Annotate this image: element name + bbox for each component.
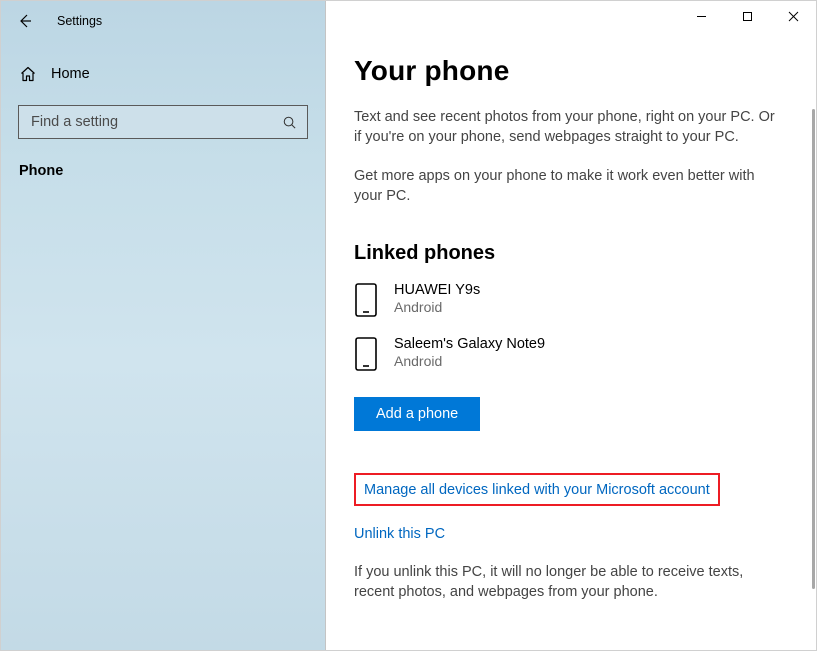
sidebar-item-phone[interactable]: Phone xyxy=(19,163,325,179)
settings-window: Settings Home Phone xyxy=(0,0,817,651)
intro-text-2: Get more apps on your phone to make it w… xyxy=(354,166,784,207)
search-wrap xyxy=(18,105,308,139)
search-icon xyxy=(282,115,297,130)
search-input[interactable] xyxy=(29,113,257,131)
maximize-button[interactable] xyxy=(724,1,770,31)
manage-devices-highlight: Manage all devices linked with your Micr… xyxy=(354,473,720,506)
home-icon xyxy=(19,65,37,83)
phone-item[interactable]: HUAWEI Y9s Android xyxy=(354,281,788,317)
phone-name: Saleem's Galaxy Note9 xyxy=(394,335,545,353)
intro-text-1: Text and see recent photos from your pho… xyxy=(354,107,784,148)
add-phone-button[interactable]: Add a phone xyxy=(354,397,480,431)
linked-phones-title: Linked phones xyxy=(354,242,788,265)
home-label: Home xyxy=(51,66,90,82)
main-pane: Your phone Text and see recent photos fr… xyxy=(326,1,816,650)
content: Your phone Text and see recent photos fr… xyxy=(326,1,816,650)
minimize-button[interactable] xyxy=(678,1,724,31)
phone-info: HUAWEI Y9s Android xyxy=(394,281,480,317)
page-title: Your phone xyxy=(354,55,788,87)
phone-icon xyxy=(354,337,378,371)
maximize-icon xyxy=(742,11,753,22)
unlink-description: If you unlink this PC, it will no longer… xyxy=(354,562,784,603)
minimize-icon xyxy=(696,11,707,22)
window-controls xyxy=(678,1,816,35)
phone-name: HUAWEI Y9s xyxy=(394,281,480,299)
back-button[interactable] xyxy=(7,3,43,39)
close-icon xyxy=(788,11,799,22)
arrow-left-icon xyxy=(17,13,33,29)
title-row: Settings xyxy=(1,1,325,41)
phone-os: Android xyxy=(394,299,480,317)
manage-devices-link[interactable]: Manage all devices linked with your Micr… xyxy=(364,482,710,498)
window-title: Settings xyxy=(57,14,102,28)
scrollbar[interactable] xyxy=(812,109,815,589)
unlink-pc-link[interactable]: Unlink this PC xyxy=(354,526,788,542)
home-nav[interactable]: Home xyxy=(1,57,325,91)
search-box[interactable] xyxy=(18,105,308,139)
phone-info: Saleem's Galaxy Note9 Android xyxy=(394,335,545,371)
sidebar: Settings Home Phone xyxy=(1,1,326,650)
close-button[interactable] xyxy=(770,1,816,31)
phone-os: Android xyxy=(394,353,545,371)
phone-item[interactable]: Saleem's Galaxy Note9 Android xyxy=(354,335,788,371)
phone-icon xyxy=(354,283,378,317)
